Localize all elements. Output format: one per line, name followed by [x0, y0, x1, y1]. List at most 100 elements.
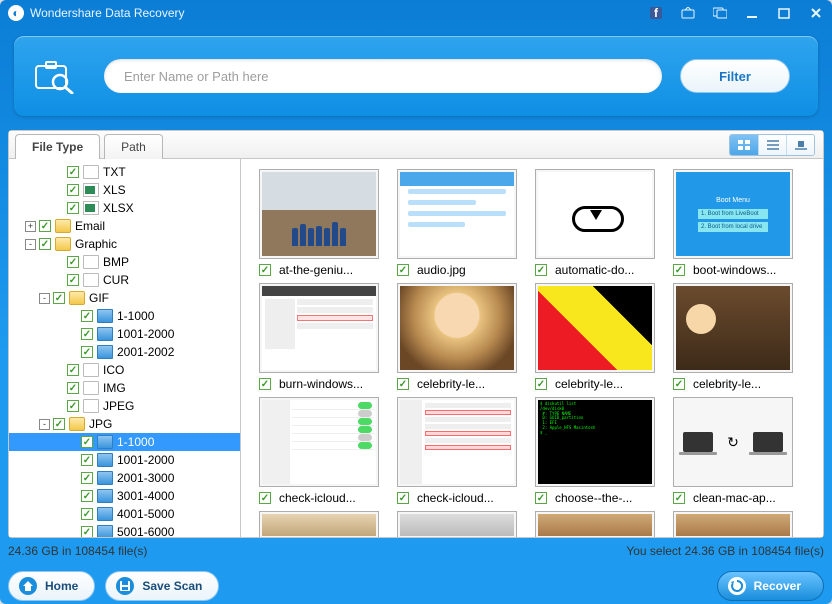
thumbnail-image[interactable]	[673, 283, 793, 373]
tree-checkbox[interactable]: ✓	[81, 472, 93, 484]
file-tree[interactable]: ✓TXT✓XLS✓XLSX+✓Email-✓Graphic✓BMP✓CUR-✓G…	[9, 159, 241, 537]
tree-checkbox[interactable]: ✓	[67, 274, 79, 286]
home-button[interactable]: Home	[8, 571, 95, 601]
share-icon[interactable]	[680, 5, 696, 21]
tree-checkbox[interactable]: ✓	[53, 292, 65, 304]
close-icon[interactable]	[808, 5, 824, 21]
tree-checkbox[interactable]: ✓	[67, 364, 79, 376]
tree-node[interactable]: -✓JPG	[9, 415, 240, 433]
tree-checkbox[interactable]: ✓	[67, 382, 79, 394]
tree-checkbox[interactable]: ✓	[81, 508, 93, 520]
thumbnail-image[interactable]	[397, 169, 517, 259]
tree-checkbox[interactable]: ✓	[81, 454, 93, 466]
thumbnail-card[interactable]: Boot Menu1. Boot from LiveBoot2. Boot fr…	[673, 169, 803, 277]
tree-checkbox[interactable]: ✓	[81, 328, 93, 340]
tree-node[interactable]: ✓ICO	[9, 361, 240, 379]
thumbnail-image[interactable]	[535, 283, 655, 373]
tree-checkbox[interactable]: ✓	[67, 256, 79, 268]
thumbnail-image[interactable]	[535, 169, 655, 259]
tree-node[interactable]: ✓1-1000	[9, 307, 240, 325]
thumbnail-card[interactable]: ✓burn-windows...	[259, 283, 389, 391]
thumbnail-image[interactable]	[259, 397, 379, 487]
thumbnail-image[interactable]	[397, 283, 517, 373]
feedback-icon[interactable]	[712, 5, 728, 21]
thumbnail-image[interactable]	[535, 511, 655, 537]
tab-file-type[interactable]: File Type	[15, 134, 100, 159]
tree-node[interactable]: ✓CUR	[9, 271, 240, 289]
view-detail-icon[interactable]	[786, 135, 814, 155]
thumb-checkbox[interactable]: ✓	[397, 264, 409, 276]
tree-checkbox[interactable]: ✓	[81, 490, 93, 502]
thumbnail-card[interactable]: $ diskutil list/dev/disk0 #: TYPE NAME 0…	[535, 397, 665, 505]
tree-checkbox[interactable]: ✓	[67, 202, 79, 214]
thumb-checkbox[interactable]: ✓	[259, 492, 271, 504]
thumb-checkbox[interactable]: ✓	[259, 264, 271, 276]
tree-node[interactable]: ✓1001-2000	[9, 451, 240, 469]
thumbnail-card[interactable]	[397, 511, 527, 537]
tab-path[interactable]: Path	[104, 134, 163, 159]
view-list-icon[interactable]	[758, 135, 786, 155]
tree-checkbox[interactable]: ✓	[39, 220, 51, 232]
thumb-checkbox[interactable]: ✓	[259, 378, 271, 390]
thumbnail-grid-area[interactable]: ✓at-the-geniu...✓audio.jpg✓automatic-do.…	[241, 159, 823, 537]
thumb-checkbox[interactable]: ✓	[673, 378, 685, 390]
thumb-checkbox[interactable]: ✓	[535, 264, 547, 276]
tree-checkbox[interactable]: ✓	[81, 436, 93, 448]
thumbnail-image[interactable]	[259, 511, 379, 537]
tree-node[interactable]: ✓JPEG	[9, 397, 240, 415]
thumbnail-card[interactable]: ✓celebrity-le...	[535, 283, 665, 391]
thumbnail-card[interactable]: ✓check-icloud...	[259, 397, 389, 505]
tree-node[interactable]: ✓4001-5000	[9, 505, 240, 523]
tree-node[interactable]: ✓2001-3000	[9, 469, 240, 487]
filter-button[interactable]: Filter	[680, 59, 790, 93]
thumbnail-image[interactable]: ↻	[673, 397, 793, 487]
thumbnail-image[interactable]	[673, 511, 793, 537]
thumb-checkbox[interactable]: ✓	[535, 492, 547, 504]
tree-node[interactable]: -✓GIF	[9, 289, 240, 307]
tree-node[interactable]: ✓IMG	[9, 379, 240, 397]
collapse-icon[interactable]: -	[39, 419, 50, 430]
thumbnail-card[interactable]: ✓celebrity-le...	[397, 283, 527, 391]
thumbnail-card[interactable]: ✓at-the-geniu...	[259, 169, 389, 277]
tree-checkbox[interactable]: ✓	[81, 310, 93, 322]
tree-checkbox[interactable]: ✓	[53, 418, 65, 430]
tree-checkbox[interactable]: ✓	[67, 184, 79, 196]
thumb-checkbox[interactable]: ✓	[397, 378, 409, 390]
facebook-icon[interactable]: f	[648, 5, 664, 21]
tree-node[interactable]: ✓TXT	[9, 163, 240, 181]
thumb-checkbox[interactable]: ✓	[673, 492, 685, 504]
tree-checkbox[interactable]: ✓	[67, 166, 79, 178]
tree-node[interactable]: ✓BMP	[9, 253, 240, 271]
tree-node[interactable]: ✓2001-2002	[9, 343, 240, 361]
minimize-icon[interactable]	[744, 5, 760, 21]
thumb-checkbox[interactable]: ✓	[535, 378, 547, 390]
tree-checkbox[interactable]: ✓	[81, 346, 93, 358]
thumbnail-card[interactable]: ↻✓clean-mac-ap...	[673, 397, 803, 505]
thumbnail-card[interactable]	[259, 511, 389, 537]
maximize-icon[interactable]	[776, 5, 792, 21]
tree-node[interactable]: ✓5001-6000	[9, 523, 240, 537]
tree-node[interactable]: ✓1001-2000	[9, 325, 240, 343]
thumbnail-image[interactable]	[397, 511, 517, 537]
thumbnail-card[interactable]: ✓celebrity-le...	[673, 283, 803, 391]
tree-node[interactable]: ✓1-1000	[9, 433, 240, 451]
tree-node[interactable]: ✓XLSX	[9, 199, 240, 217]
thumb-checkbox[interactable]: ✓	[673, 264, 685, 276]
collapse-icon[interactable]: -	[25, 239, 36, 250]
search-input[interactable]	[104, 59, 662, 93]
tree-checkbox[interactable]: ✓	[39, 238, 51, 250]
thumbnail-card[interactable]	[535, 511, 665, 537]
thumbnail-image[interactable]	[259, 283, 379, 373]
thumbnail-image[interactable]	[259, 169, 379, 259]
view-thumbnails-icon[interactable]	[730, 135, 758, 155]
save-scan-button[interactable]: Save Scan	[105, 571, 219, 601]
tree-checkbox[interactable]: ✓	[67, 400, 79, 412]
recover-button[interactable]: Recover	[717, 571, 824, 601]
expand-icon[interactable]: +	[25, 221, 36, 232]
tree-node[interactable]: +✓Email	[9, 217, 240, 235]
thumb-checkbox[interactable]: ✓	[397, 492, 409, 504]
tree-checkbox[interactable]: ✓	[81, 526, 93, 537]
thumbnail-card[interactable]: ✓automatic-do...	[535, 169, 665, 277]
thumbnail-image[interactable]: $ diskutil list/dev/disk0 #: TYPE NAME 0…	[535, 397, 655, 487]
collapse-icon[interactable]: -	[39, 293, 50, 304]
